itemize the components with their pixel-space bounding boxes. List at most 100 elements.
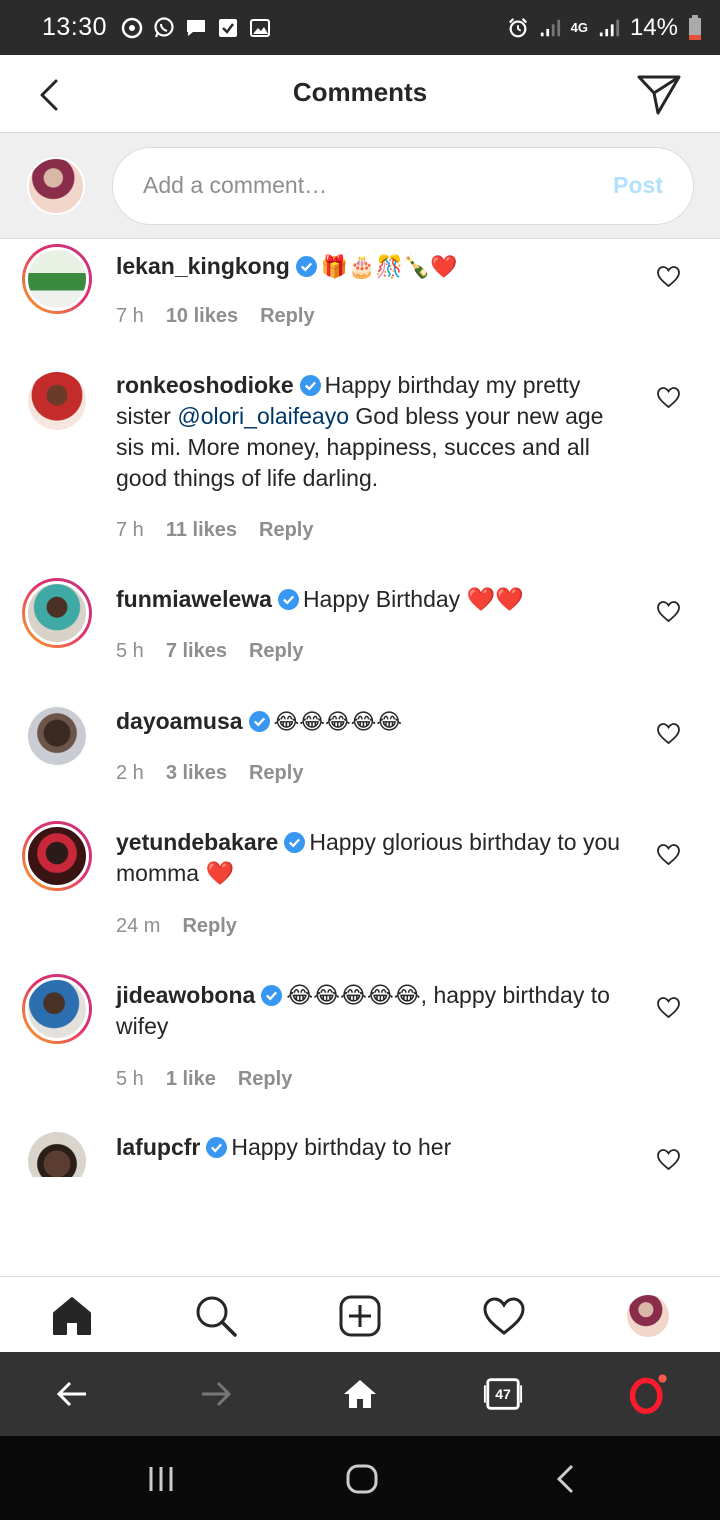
comment-meta: 5 h 7 likes Reply bbox=[116, 640, 303, 663]
reply-button[interactable]: Reply bbox=[182, 915, 236, 938]
reply-button[interactable]: Reply bbox=[238, 1068, 292, 1091]
verified-badge-icon bbox=[284, 832, 306, 853]
tab-home[interactable] bbox=[50, 1294, 94, 1338]
page-title: Comments bbox=[292, 77, 428, 107]
whatsapp-icon bbox=[153, 16, 175, 39]
avatar[interactable] bbox=[22, 578, 92, 648]
alarm-icon bbox=[507, 17, 529, 39]
system-indicators: 4G 14% bbox=[507, 14, 702, 42]
status-time: 13:30 bbox=[42, 13, 108, 41]
opera-menu-button[interactable] bbox=[628, 1374, 668, 1414]
comment-likes[interactable]: 10 likes bbox=[166, 305, 238, 328]
search-icon bbox=[196, 1296, 237, 1337]
verified-badge-icon bbox=[261, 985, 283, 1006]
comment-likes[interactable]: 7 likes bbox=[166, 640, 227, 663]
browser-tabs-button[interactable]: 47 bbox=[483, 1374, 523, 1414]
comment-username[interactable]: lekan_kingkong bbox=[116, 253, 290, 279]
like-heart-icon[interactable] bbox=[656, 843, 681, 866]
home-nav-button[interactable] bbox=[342, 1462, 382, 1496]
comment-time: 2 h bbox=[116, 762, 144, 784]
comment-time: 5 h bbox=[116, 640, 144, 662]
tab-new-post[interactable] bbox=[338, 1294, 382, 1338]
reply-button[interactable]: Reply bbox=[260, 305, 314, 328]
recents-icon bbox=[149, 1467, 173, 1491]
browser-home-button[interactable] bbox=[340, 1374, 380, 1414]
mention-link[interactable]: @olori_olaifeayo bbox=[177, 403, 349, 429]
battery-percent: 14% bbox=[629, 13, 678, 41]
home-icon bbox=[344, 1380, 376, 1408]
avatar[interactable] bbox=[22, 366, 92, 436]
checkbox-icon bbox=[217, 17, 239, 39]
reply-button[interactable]: Reply bbox=[249, 640, 303, 663]
comment-text: Happy birthday to her bbox=[231, 1134, 452, 1160]
comment-meta: 24 m Reply bbox=[116, 915, 237, 938]
comment-username[interactable]: yetundebakare bbox=[116, 829, 278, 855]
like-heart-icon[interactable] bbox=[656, 722, 681, 745]
browser-toolbar: 47 bbox=[0, 1352, 720, 1436]
verified-badge-icon bbox=[295, 256, 317, 277]
comment-meta: 5 h 1 like Reply bbox=[116, 1068, 292, 1091]
network-type: 4G bbox=[570, 20, 588, 35]
chevron-left-icon bbox=[556, 1464, 574, 1494]
gallery-icon bbox=[249, 17, 271, 39]
comment-likes[interactable]: 1 like bbox=[166, 1068, 216, 1091]
comment-meta: 2 h 3 likes Reply bbox=[116, 762, 303, 785]
recent-apps-button[interactable] bbox=[141, 1462, 181, 1496]
tab-search[interactable] bbox=[194, 1294, 238, 1338]
browser-back-button[interactable] bbox=[52, 1374, 92, 1414]
like-heart-icon[interactable] bbox=[656, 265, 681, 288]
verified-badge-icon bbox=[299, 375, 321, 396]
home-icon bbox=[53, 1297, 91, 1335]
message-icon bbox=[185, 17, 207, 39]
reply-button[interactable]: Reply bbox=[249, 762, 303, 785]
arrow-left-icon bbox=[56, 1381, 86, 1407]
current-user-avatar bbox=[27, 157, 85, 215]
post-button[interactable]: Post bbox=[613, 172, 663, 199]
comments-list[interactable]: lekan_kingkong 🎁🎂🎊🍾❤️ 7 h 10 likes Reply … bbox=[0, 239, 720, 1275]
reply-button[interactable]: Reply bbox=[259, 519, 313, 542]
comment-username[interactable]: ronkeoshodioke bbox=[116, 372, 294, 398]
like-heart-icon[interactable] bbox=[656, 1148, 681, 1171]
avatar[interactable] bbox=[22, 701, 92, 771]
tab-profile[interactable] bbox=[626, 1294, 670, 1338]
avatar[interactable] bbox=[22, 244, 92, 314]
comment-time: 24 m bbox=[116, 915, 161, 937]
comment-meta: 7 h 11 likes Reply bbox=[116, 519, 313, 542]
back-nav-button[interactable] bbox=[545, 1462, 585, 1496]
like-heart-icon[interactable] bbox=[656, 386, 681, 409]
notification-icons bbox=[121, 16, 271, 39]
system-nav-bar bbox=[0, 1436, 720, 1520]
signal-icon-2 bbox=[598, 17, 620, 39]
comment-time: 7 h bbox=[116, 519, 144, 541]
browser-forward-button[interactable] bbox=[196, 1374, 236, 1414]
avatar[interactable] bbox=[22, 1126, 92, 1177]
avatar[interactable] bbox=[22, 974, 92, 1044]
comment-username[interactable]: jideawobona bbox=[116, 982, 255, 1008]
comment-time: 7 h bbox=[116, 305, 144, 327]
share-button[interactable] bbox=[636, 73, 682, 117]
tab-activity[interactable] bbox=[482, 1294, 526, 1338]
profile-avatar bbox=[627, 1295, 669, 1337]
comment-likes[interactable]: 3 likes bbox=[166, 762, 227, 785]
comment-text: 🎁🎂🎊🍾❤️ bbox=[320, 255, 458, 280]
tab-count: 47 bbox=[495, 1386, 511, 1402]
add-post-icon bbox=[339, 1295, 381, 1337]
verified-badge-icon bbox=[248, 711, 270, 732]
comment-text: Happy Birthday ❤️❤️ bbox=[302, 586, 524, 612]
like-heart-icon[interactable] bbox=[656, 600, 681, 623]
avatar[interactable] bbox=[22, 821, 92, 891]
comment-input-placeholder: Add a comment… bbox=[143, 172, 328, 198]
comment-username[interactable]: dayoamusa bbox=[116, 708, 243, 734]
paper-plane-icon bbox=[637, 75, 681, 115]
verified-badge-icon bbox=[277, 589, 299, 610]
like-heart-icon[interactable] bbox=[656, 996, 681, 1019]
opera-logo-icon bbox=[629, 1374, 667, 1414]
comment-input[interactable]: Add a comment… Post bbox=[112, 147, 694, 225]
comment-composer: Add a comment… Post bbox=[0, 133, 720, 239]
comment-time: 5 h bbox=[116, 1068, 144, 1090]
data-saver-icon bbox=[121, 17, 143, 39]
comment-likes[interactable]: 11 likes bbox=[166, 519, 237, 542]
comment-username[interactable]: funmiawelewa bbox=[116, 586, 272, 612]
comment-username[interactable]: lafupcfr bbox=[116, 1134, 200, 1160]
battery-icon bbox=[688, 14, 702, 40]
